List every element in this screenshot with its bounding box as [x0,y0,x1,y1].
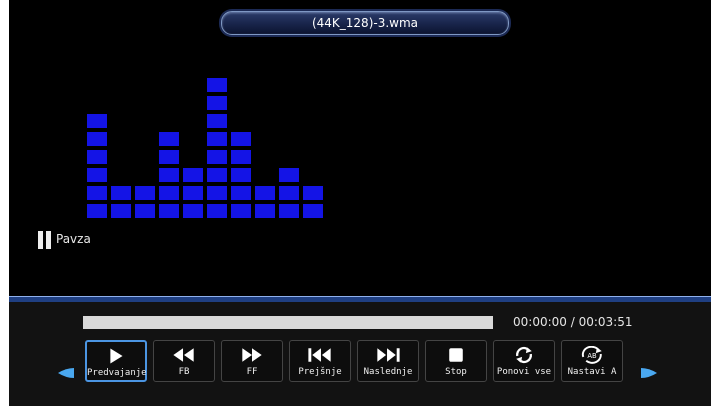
stop-button[interactable]: Stop [425,340,487,382]
play-label: Predvajanje [87,368,147,378]
spectrum-cell [207,78,227,92]
svg-text:AB: AB [587,352,597,360]
spectrum-cell [159,204,179,218]
repeat-ab-label: Nastavi A [567,367,617,377]
spectrum-cell [87,150,107,164]
play-button[interactable]: Predvajanje [85,340,147,382]
play-icon [110,348,123,364]
playback-status: Pavza [38,229,91,249]
repeat-all-button[interactable]: Ponovi vse [493,340,555,382]
spectrum-cell [87,168,107,182]
arrow-right-icon[interactable] [639,364,659,382]
spectrum-cell [87,132,107,146]
spectrum-cell [159,168,179,182]
spectrum-cell [255,204,275,218]
spectrum-cell [87,186,107,200]
spectrum-cell [159,150,179,164]
spectrum-cell [207,150,227,164]
status-label: Pavza [56,232,91,246]
spectrum-cell [231,150,251,164]
arrow-left-icon[interactable] [56,364,76,382]
time-display: 00:00:00 / 00:03:51 [513,315,633,329]
spectrum-cell [231,132,251,146]
spectrum-cell [231,204,251,218]
fast-backward-label: FB [178,367,190,377]
spectrum-cell [159,186,179,200]
player-screen: (44K_128)-3.wma Pavza 00:00:00 / 00:03:5… [9,0,711,406]
spectrum-cell [111,204,131,218]
spectrum-cell [279,186,299,200]
spectrum-cell [207,132,227,146]
repeat-ab-button[interactable]: AB Nastavi A [561,340,623,382]
spectrum-cell [183,186,203,200]
next-label: Naslednje [363,367,413,377]
title-bar: (44K_128)-3.wma [221,11,509,35]
repeat-ab-icon: AB [581,346,602,364]
repeat-all-label: Ponovi vse [496,367,552,377]
spectrum-cell [87,204,107,218]
repeat-all-icon [516,346,532,364]
spectrum-cell [231,186,251,200]
spectrum-cell [159,132,179,146]
spectrum-cell [111,186,131,200]
spectrum-cell [207,168,227,182]
next-button[interactable]: Naslednje [357,340,419,382]
spectrum-cell [207,204,227,218]
file-name: (44K_128)-3.wma [311,16,419,30]
stop-icon [449,348,463,362]
fast-forward-button[interactable]: FF [221,340,283,382]
fast-forward-label: FF [246,367,258,377]
spectrum-cell [87,114,107,128]
fast-forward-icon [242,348,262,362]
spectrum-cell [255,186,275,200]
spectrum-cell [207,186,227,200]
spectrum-cell [135,186,155,200]
pause-icon [38,230,52,249]
spectrum-cell [279,168,299,182]
fast-backward-button[interactable]: FB [153,340,215,382]
spectrum-cell [207,96,227,110]
spectrum-cell [135,204,155,218]
progress-bar[interactable] [83,316,493,329]
control-panel: 00:00:00 / 00:03:51 Predvajanje FB FF Pr… [9,302,711,406]
spectrum-cell [303,204,323,218]
previous-button[interactable]: Prejšnje [289,340,351,382]
previous-label: Prejšnje [298,367,342,377]
skip-previous-icon [308,348,331,362]
skip-next-icon [377,348,400,362]
spectrum-cell [279,204,299,218]
spectrum-cell [183,204,203,218]
spectrum-cell [207,114,227,128]
spectrum-cell [303,186,323,200]
spectrum-cell [231,168,251,182]
stop-label: Stop [445,367,467,377]
spectrum-cell [183,168,203,182]
fast-backward-icon [173,348,194,362]
